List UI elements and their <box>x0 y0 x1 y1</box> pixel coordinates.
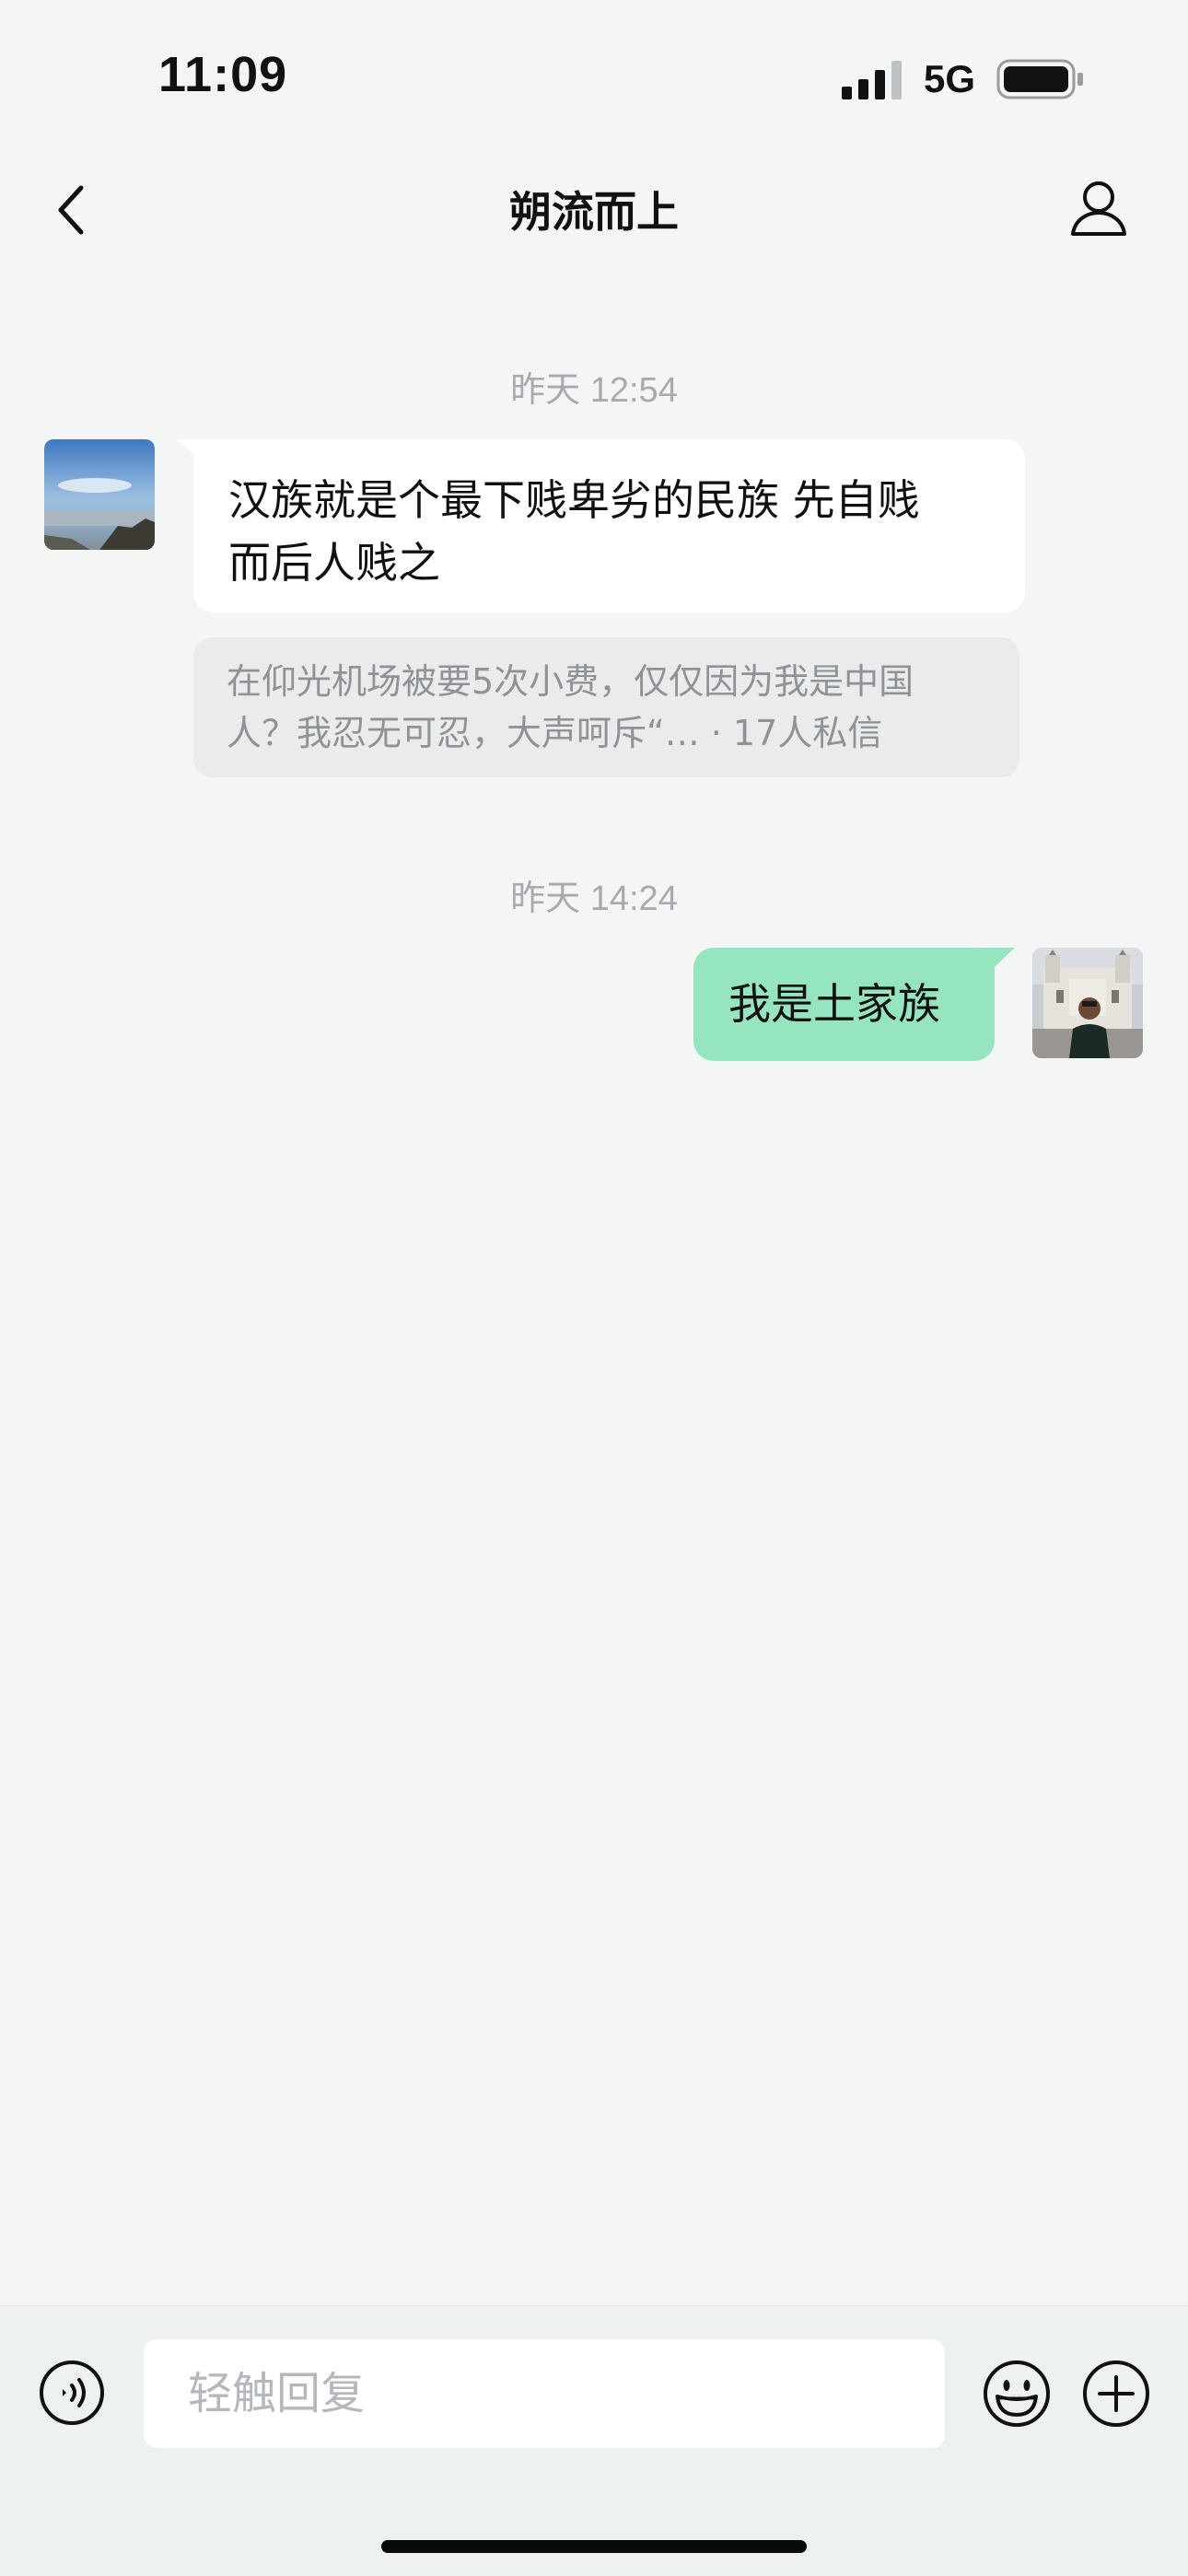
home-indicator[interactable] <box>381 2540 807 2553</box>
status-time: 11:09 <box>158 47 288 102</box>
message-timestamp: 昨天 12:54 <box>510 371 678 410</box>
chat-title: 朔流而上 <box>509 187 679 237</box>
message-text-line: 汉族就是个最下贱卑劣的民族 先自贱 <box>228 475 920 525</box>
network-type: 5G <box>924 57 976 100</box>
shared-link-card[interactable]: 在仰光机场被要5次小费，仅仅因为我是中国 人？我忍无可忍，大声呵斥“… · 17… <box>193 637 1019 777</box>
voice-icon[interactable] <box>39 2360 105 2426</box>
emoji-icon[interactable] <box>983 2360 1051 2428</box>
link-card-line: 在仰光机场被要5次小费，仅仅因为我是中国 <box>227 661 914 702</box>
contact-avatar[interactable] <box>44 439 155 550</box>
signal-icon <box>842 61 902 99</box>
message-text-line: 而后人贱之 <box>228 538 440 588</box>
person-icon[interactable] <box>1068 177 1129 241</box>
link-card-line: 人？我忍无可忍，大声呵斥“… · 17人私信 <box>227 713 883 753</box>
outgoing-message-bubble[interactable]: 我是土家族 <box>693 948 995 1061</box>
battery-icon <box>996 59 1083 99</box>
my-avatar[interactable] <box>1032 948 1143 1058</box>
plus-icon[interactable] <box>1082 2360 1150 2428</box>
incoming-message-bubble[interactable]: 汉族就是个最下贱卑劣的民族 先自贱 而后人贱之 <box>193 439 1025 612</box>
reply-input[interactable] <box>144 2339 945 2448</box>
message-timestamp: 昨天 14:24 <box>510 880 678 918</box>
